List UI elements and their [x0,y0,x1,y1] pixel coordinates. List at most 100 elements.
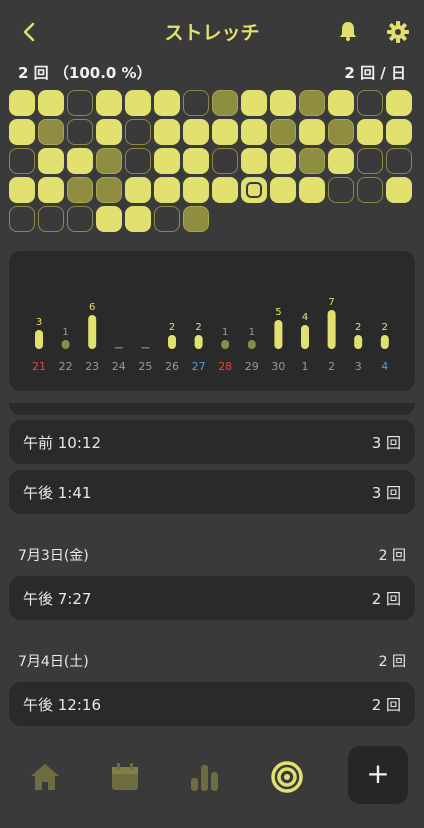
grid-cell[interactable] [270,177,296,203]
grid-cell[interactable] [328,119,354,145]
chart-value-label: 1 [222,327,228,338]
chart-bar [380,335,389,349]
target-icon[interactable] [270,760,304,794]
grid-cell[interactable] [9,148,35,174]
record-time: 午後 1:41 [23,484,92,502]
grid-cell[interactable] [67,148,93,174]
grid-cell[interactable] [270,119,296,145]
grid-cell[interactable] [386,148,412,174]
grid-cell[interactable] [183,90,209,116]
grid-cell[interactable] [299,90,325,116]
chart-tick-label: 22 [59,360,73,373]
grid-cell[interactable] [357,119,383,145]
grid-cell[interactable] [9,119,35,145]
grid-cell[interactable] [183,119,209,145]
grid-cell[interactable] [38,119,64,145]
grid-cell[interactable] [154,148,180,174]
grid-cell[interactable] [154,119,180,145]
record-row[interactable]: 午前 10:12 3 回 [9,420,415,464]
chart-bar [168,335,176,349]
grid-cell[interactable] [125,148,151,174]
grid-cell[interactable] [125,177,151,203]
grid-cell[interactable] [183,148,209,174]
grid-cell[interactable] [67,206,93,232]
grid-cell[interactable] [154,177,180,203]
grid-cell[interactable] [328,90,354,116]
home-icon[interactable] [28,760,62,794]
grid-cell[interactable] [38,177,64,203]
grid-cell[interactable] [386,177,412,203]
grid-cell[interactable] [386,119,412,145]
day-total: 2 回 [378,654,406,670]
grid-cell[interactable] [96,206,122,232]
grid-cell[interactable] [212,148,238,174]
grid-cell[interactable] [67,177,93,203]
grid-cell[interactable] [299,148,325,174]
page-title: ストレッチ [164,22,260,44]
grid-cell[interactable] [125,90,151,116]
chart-value-label: 2 [355,322,361,333]
grid-cell[interactable] [241,90,267,116]
grid-cell[interactable] [212,119,238,145]
day-date: 7月4日(土) [18,654,89,670]
summary-bar: 2 回 （100.0 %） 2 回 / 日 [18,62,406,84]
chart-bar [194,335,203,349]
grid-cell[interactable] [96,119,122,145]
grid-cell[interactable] [125,206,151,232]
record-row[interactable]: 午後 12:16 2 回 [9,682,415,726]
grid-cell[interactable] [299,119,325,145]
chart-tick-label: 23 [85,360,99,373]
grid-cell[interactable] [9,90,35,116]
grid-cell[interactable] [357,177,383,203]
grid-cell[interactable] [357,148,383,174]
chart-value-label: 1 [62,327,68,338]
grid-cell[interactable] [212,177,238,203]
daily-count-chart: 3 21 1 22 6 23 24 25 2 26 2 27 1 28 1 29 5 30 4 1 7 2 2 3 2 4 [9,251,415,391]
grid-cell[interactable] [328,148,354,174]
grid-cell[interactable] [96,177,122,203]
grid-cell[interactable] [386,90,412,116]
record-row[interactable]: 午後 1:41 3 回 [9,470,415,514]
grid-cell[interactable] [241,148,267,174]
grid-cell[interactable] [154,206,180,232]
grid-cell[interactable] [67,90,93,116]
grid-cell[interactable] [183,177,209,203]
record-count: 3 回 [371,484,401,502]
chart-value-label: 3 [36,317,42,328]
grid-cell[interactable] [212,90,238,116]
grid-cell[interactable] [154,90,180,116]
calendar-icon[interactable] [108,760,142,794]
bar-chart-icon[interactable] [188,760,222,794]
grid-cell-today[interactable] [241,177,267,203]
header: ストレッチ [0,0,424,64]
record-row[interactable]: 午後 7:27 2 回 [9,576,415,620]
daily-goal: 2 回 / 日 [344,64,406,82]
grid-cell[interactable] [9,206,35,232]
chart-value-label: 1 [249,327,255,338]
grid-cell[interactable] [125,119,151,145]
bell-icon[interactable] [337,20,359,42]
gear-icon[interactable] [386,20,410,44]
grid-cell[interactable] [9,177,35,203]
grid-cell[interactable] [38,90,64,116]
grid-cell[interactable] [96,90,122,116]
chart-tick-label: 24 [112,360,126,373]
record-count: 2 回 [371,696,401,714]
add-record-button[interactable]: + [348,746,408,804]
grid-cell[interactable] [270,148,296,174]
grid-cell[interactable] [183,206,209,232]
achievement-summary: 2 回 （100.0 %） [18,64,152,82]
chart-value-label: 5 [275,307,281,318]
grid-cell[interactable] [328,177,354,203]
grid-cell[interactable] [270,90,296,116]
record-time: 午前 10:12 [23,434,101,452]
grid-cell[interactable] [357,90,383,116]
plus-icon: + [366,757,390,790]
grid-cell[interactable] [299,177,325,203]
grid-cell[interactable] [67,119,93,145]
chart-bar [221,340,230,349]
grid-cell[interactable] [38,206,64,232]
grid-cell[interactable] [241,119,267,145]
grid-cell[interactable] [96,148,122,174]
grid-cell[interactable] [38,148,64,174]
